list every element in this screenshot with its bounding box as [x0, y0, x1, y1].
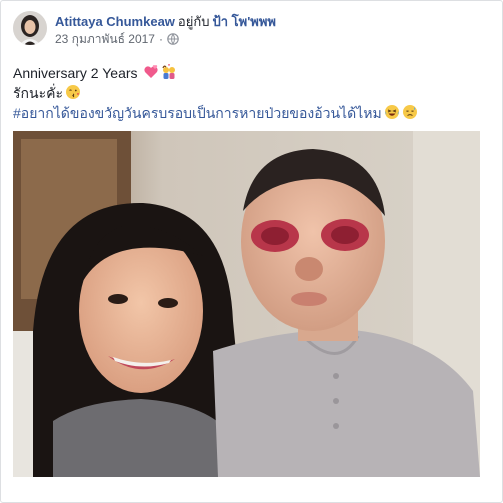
post-photo[interactable] — [13, 131, 480, 477]
post-meta: 23 กุมภาพันธ์ 2017 · — [55, 31, 179, 49]
author-line: Atittaya Chumkeaw อยู่กับ ป้า โพ'พพพ — [55, 13, 276, 30]
meta-separator: · — [158, 32, 163, 46]
post-header: Atittaya Chumkeaw อยู่กับ ป้า โพ'พพพ 23 กุ… — [13, 11, 492, 51]
tagged-friend[interactable]: ป้า โพ'พพพ — [212, 14, 276, 29]
text-line-1: Anniversary 2 Years — [13, 64, 492, 84]
author-name[interactable]: Atittaya Chumkeaw — [55, 14, 175, 29]
globe-icon[interactable] — [167, 33, 179, 49]
text-line-3: #อยากได้ของขวัญวันครบรอบเป็นการหายป่วยขอ… — [13, 104, 492, 124]
couple-kiss-emoji — [161, 64, 177, 84]
hashtag-link[interactable]: #อยากได้ของขวัญวันครบรอบเป็นการหายป่วยขอ… — [13, 105, 382, 121]
hearts-emoji — [143, 64, 159, 84]
post-date[interactable]: 23 กุมภาพันธ์ 2017 — [55, 32, 155, 46]
avatar-image — [13, 11, 47, 45]
kissing-face-emoji — [65, 84, 81, 104]
love-text: รักนะคั่ะ — [13, 85, 63, 101]
laughing-tears-emoji — [384, 104, 400, 124]
text-line-2: รักนะคั่ะ — [13, 84, 492, 104]
sad-face-emoji — [402, 104, 418, 124]
with-label: อยู่กับ — [177, 14, 210, 29]
post-text: Anniversary 2 Years รักนะคั่ะ #อยากได้ขอ… — [13, 64, 492, 124]
selfie-photo — [13, 131, 480, 477]
anniversary-text: Anniversary 2 Years — [13, 65, 138, 81]
post-card: Atittaya Chumkeaw อยู่กับ ป้า โพ'พพพ 23 กุ… — [0, 0, 503, 503]
author-avatar[interactable] — [13, 11, 47, 45]
